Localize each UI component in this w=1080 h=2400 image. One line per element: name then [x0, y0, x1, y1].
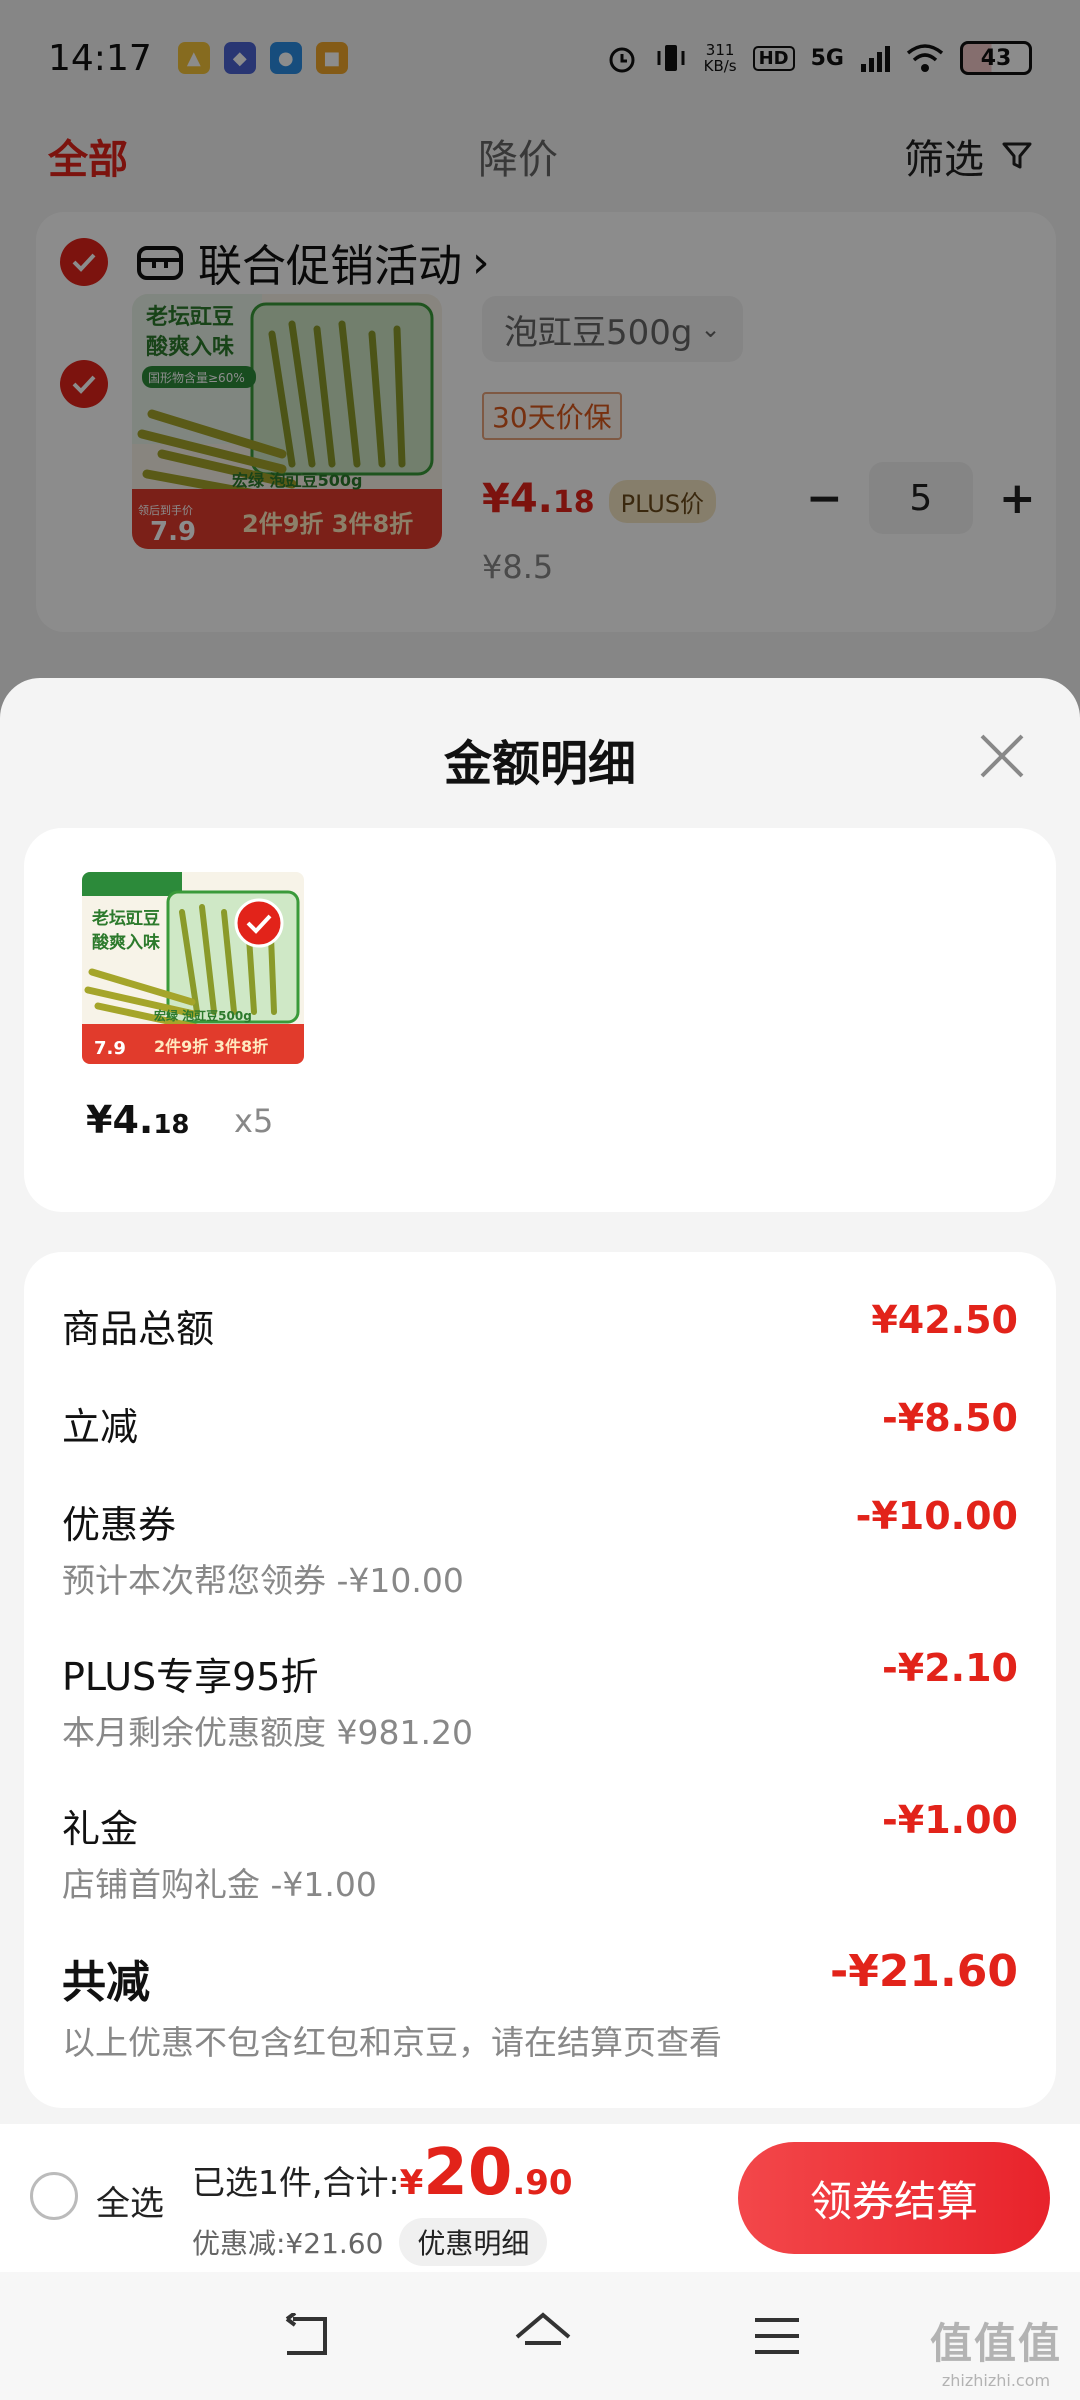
row-goods-total: 商品总额 ¥42.50 [62, 1298, 1018, 1351]
amount-breakdown: 商品总额 ¥42.50 立减 -¥8.50 优惠券 -¥10.00 预计本次帮您… [24, 1252, 1056, 2108]
row-plus-discount: PLUS专享95折 -¥2.10 [62, 1646, 1018, 1699]
checkout-button[interactable]: 领券结算 [738, 2142, 1050, 2254]
row-total-note: 以上优惠不包含红包和京豆，请在结算页查看 [62, 2023, 722, 2062]
watermark: 值值值 zhizhizhi.com [929, 2319, 1062, 2390]
goods-package-tag: 宏绿 泡豇豆500g [154, 1008, 252, 1023]
back-icon[interactable] [279, 2313, 333, 2359]
total-summary: 已选1件,合计: ¥ 20 .90 [192, 2136, 573, 2210]
row-gift-note: 店铺首购礼金 -¥1.00 [62, 1865, 377, 1904]
row-plus-note: 本月剩余优惠额度 ¥981.20 [62, 1713, 473, 1752]
goods-package-promo: 2件9折 3件8折 [154, 1037, 268, 1056]
goods-package-slogan: 酸爽入味 [92, 932, 160, 953]
row-coupon-note: 预计本次帮您领券 -¥10.00 [62, 1561, 464, 1600]
discount-detail-button[interactable]: 优惠明细 [399, 2218, 548, 2266]
selected-check-icon [234, 898, 284, 948]
row-coupon: 优惠券 -¥10.00 [62, 1494, 1018, 1547]
goods-package-price: 7.9 [94, 1038, 126, 1059]
goods-card: 老坛豇豆 酸爽入味 宏绿 泡豇豆500g 7.9 2件9折 3件8折 ¥4.18… [24, 828, 1056, 1212]
row-total-discount: 共减 -¥21.60 [62, 1946, 1018, 2008]
close-icon[interactable] [974, 728, 1030, 784]
goods-package-brand: 老坛豇豆 [91, 908, 160, 929]
goods-quantity: x5 [234, 1102, 274, 1140]
menu-icon[interactable] [753, 2316, 801, 2356]
sheet-title: 金额明细 [443, 736, 636, 792]
checkout-bar: 全选 已选1件,合计: ¥ 20 .90 优惠减:¥21.60 优惠明细 领券结… [0, 2124, 1080, 2272]
discount-summary: 优惠减:¥21.60 优惠明细 [192, 2218, 548, 2266]
system-nav-bar [0, 2272, 1080, 2400]
select-all-label[interactable]: 全选 [96, 2176, 164, 2225]
row-instant-discount: 立减 -¥8.50 [62, 1396, 1018, 1449]
select-all-checkbox[interactable] [30, 2172, 78, 2220]
goods-price: ¥4.18 [86, 1098, 190, 1142]
row-gift-money: 礼金 -¥1.00 [62, 1798, 1018, 1851]
home-icon[interactable] [513, 2311, 573, 2361]
